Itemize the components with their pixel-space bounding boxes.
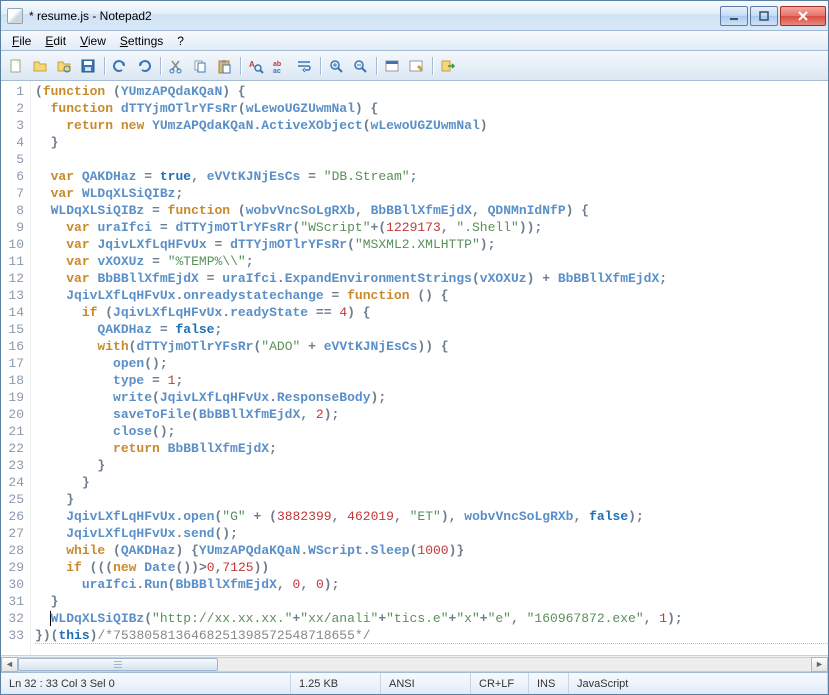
separator [429,55,435,77]
undo-icon [112,58,128,74]
statusbar: Ln 32 : 33 Col 3 Sel 0 1.25 KB ANSI CR+L… [1,672,828,694]
open-button[interactable] [29,55,51,77]
replace-button[interactable]: abac [269,55,291,77]
cut-icon [168,58,184,74]
cut-button[interactable] [165,55,187,77]
browse-button[interactable] [53,55,75,77]
separator [317,55,323,77]
zoom-in-icon [328,58,344,74]
window-buttons [718,6,826,26]
menu-file[interactable]: File [5,32,38,50]
code-editor[interactable]: 1234567891011121314151617181920212223242… [1,81,828,655]
scheme-icon [384,58,400,74]
status-ovr[interactable]: INS [529,673,569,694]
save-button[interactable] [77,55,99,77]
redo-icon [136,58,152,74]
svg-text:ab: ab [273,61,281,68]
zoom-in-button[interactable] [325,55,347,77]
editor: 1234567891011121314151617181920212223242… [1,81,828,672]
svg-text:ac: ac [273,68,281,74]
maximize-button[interactable] [750,6,778,26]
status-eol[interactable]: CR+LF [471,673,529,694]
save-icon [80,58,96,74]
find-button[interactable]: A [245,55,267,77]
menu-settings[interactable]: Settings [113,32,170,50]
separator [157,55,163,77]
redo-button[interactable] [133,55,155,77]
app-icon [7,8,23,24]
word-wrap-icon [296,58,312,74]
separator [101,55,107,77]
scheme-button[interactable] [381,55,403,77]
scroll-track[interactable] [18,657,811,672]
code-area[interactable]: (function (YUmzAPQdaKQaN) { function dTT… [31,81,828,655]
titlebar[interactable]: * resume.js - Notepad2 [1,1,828,31]
status-position[interactable]: Ln 32 : 33 Col 3 Sel 0 [1,673,291,694]
copy-icon [192,58,208,74]
customize-icon [408,58,424,74]
undo-button[interactable] [109,55,131,77]
minimize-button[interactable] [720,6,748,26]
replace-icon: abac [272,58,288,74]
menu-edit[interactable]: Edit [38,32,73,50]
separator [373,55,379,77]
exit-button[interactable] [437,55,459,77]
paste-icon [216,58,232,74]
app-window: * resume.js - Notepad2 File Edit View Se… [0,0,829,695]
exit-icon [440,58,456,74]
status-language[interactable]: JavaScript [569,673,828,694]
close-button[interactable] [780,6,826,26]
wordwrap-button[interactable] [293,55,315,77]
window-title: * resume.js - Notepad2 [29,9,718,23]
paste-button[interactable] [213,55,235,77]
scroll-right-button[interactable]: ► [811,657,828,672]
scroll-left-button[interactable]: ◄ [1,657,18,672]
zoom-out-button[interactable] [349,55,371,77]
find-icon: A [248,58,264,74]
browse-folder-icon [56,58,72,74]
menu-view[interactable]: View [73,32,113,50]
copy-button[interactable] [189,55,211,77]
open-folder-icon [32,58,48,74]
separator [237,55,243,77]
new-file-button[interactable] [5,55,27,77]
menubar: File Edit View Settings ? [1,31,828,51]
horizontal-scrollbar[interactable]: ◄ ► [1,655,828,672]
new-file-icon [8,58,24,74]
status-encoding[interactable]: ANSI [381,673,471,694]
status-size[interactable]: 1.25 KB [291,673,381,694]
svg-text:A: A [249,60,255,69]
zoom-out-icon [352,58,368,74]
toolbar: A abac [1,51,828,81]
menu-help[interactable]: ? [170,32,191,50]
line-number-gutter: 1234567891011121314151617181920212223242… [1,81,31,655]
scroll-thumb[interactable] [18,658,218,671]
customize-button[interactable] [405,55,427,77]
